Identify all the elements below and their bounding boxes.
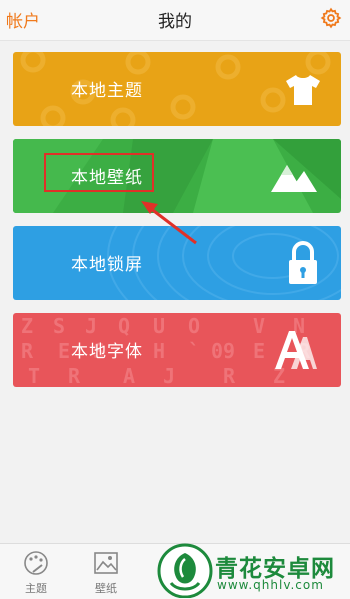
svg-text:R: R (223, 364, 236, 387)
font-a-icon (275, 331, 317, 369)
svg-text:J: J (85, 314, 97, 338)
watermark-emblem (157, 543, 213, 598)
tab-theme[interactable]: 主题 (6, 550, 66, 596)
svg-text:E: E (253, 339, 265, 363)
svg-text:O: O (188, 314, 200, 338)
watermark-url: www.qhhlv.com (217, 578, 324, 592)
picture-icon (94, 552, 118, 574)
svg-text:R: R (21, 339, 34, 363)
local-lockscreen-card[interactable]: 本地锁屏 (13, 226, 341, 300)
svg-text:09: 09 (211, 339, 235, 363)
card-label: 本地字体 (71, 342, 143, 362)
svg-text:`: ` (188, 339, 200, 363)
card-label: 本地主题 (71, 81, 143, 101)
svg-text:A: A (123, 364, 135, 387)
gear-icon[interactable] (320, 7, 342, 29)
svg-text:J: J (163, 364, 175, 387)
svg-text:S: S (53, 314, 65, 338)
local-wallpaper-card[interactable]: 本地壁纸 (13, 139, 341, 213)
svg-text:Z: Z (21, 314, 33, 338)
local-font-card[interactable]: ZSJ QUO VN RES H`09 ER TRA JRZ 本地字体 (13, 313, 341, 387)
palette-icon (24, 551, 48, 575)
svg-text:V: V (253, 314, 265, 338)
annotation-highlight-box (44, 153, 154, 192)
svg-text:T: T (28, 364, 40, 387)
tab-label: 主题 (25, 582, 47, 595)
card-label: 本地锁屏 (71, 255, 143, 275)
tab-label: 壁纸 (95, 582, 117, 595)
svg-text:E: E (58, 339, 70, 363)
page-title: 我的 (158, 12, 192, 32)
mountain-icon (271, 165, 317, 192)
svg-text:R: R (68, 364, 81, 387)
svg-text:H: H (153, 339, 165, 363)
watermark-logo: 青花安卓网 www.qhhlv.com (157, 543, 350, 598)
lock-icon (289, 241, 317, 284)
svg-text:Q: Q (118, 314, 130, 338)
svg-text:U: U (153, 314, 165, 338)
local-theme-card[interactable]: 本地主题 (13, 52, 341, 126)
tshirt-icon (286, 75, 320, 105)
top-bar: 帐户 我的 (0, 0, 350, 41)
tab-wallpaper[interactable]: 壁纸 (76, 550, 136, 596)
